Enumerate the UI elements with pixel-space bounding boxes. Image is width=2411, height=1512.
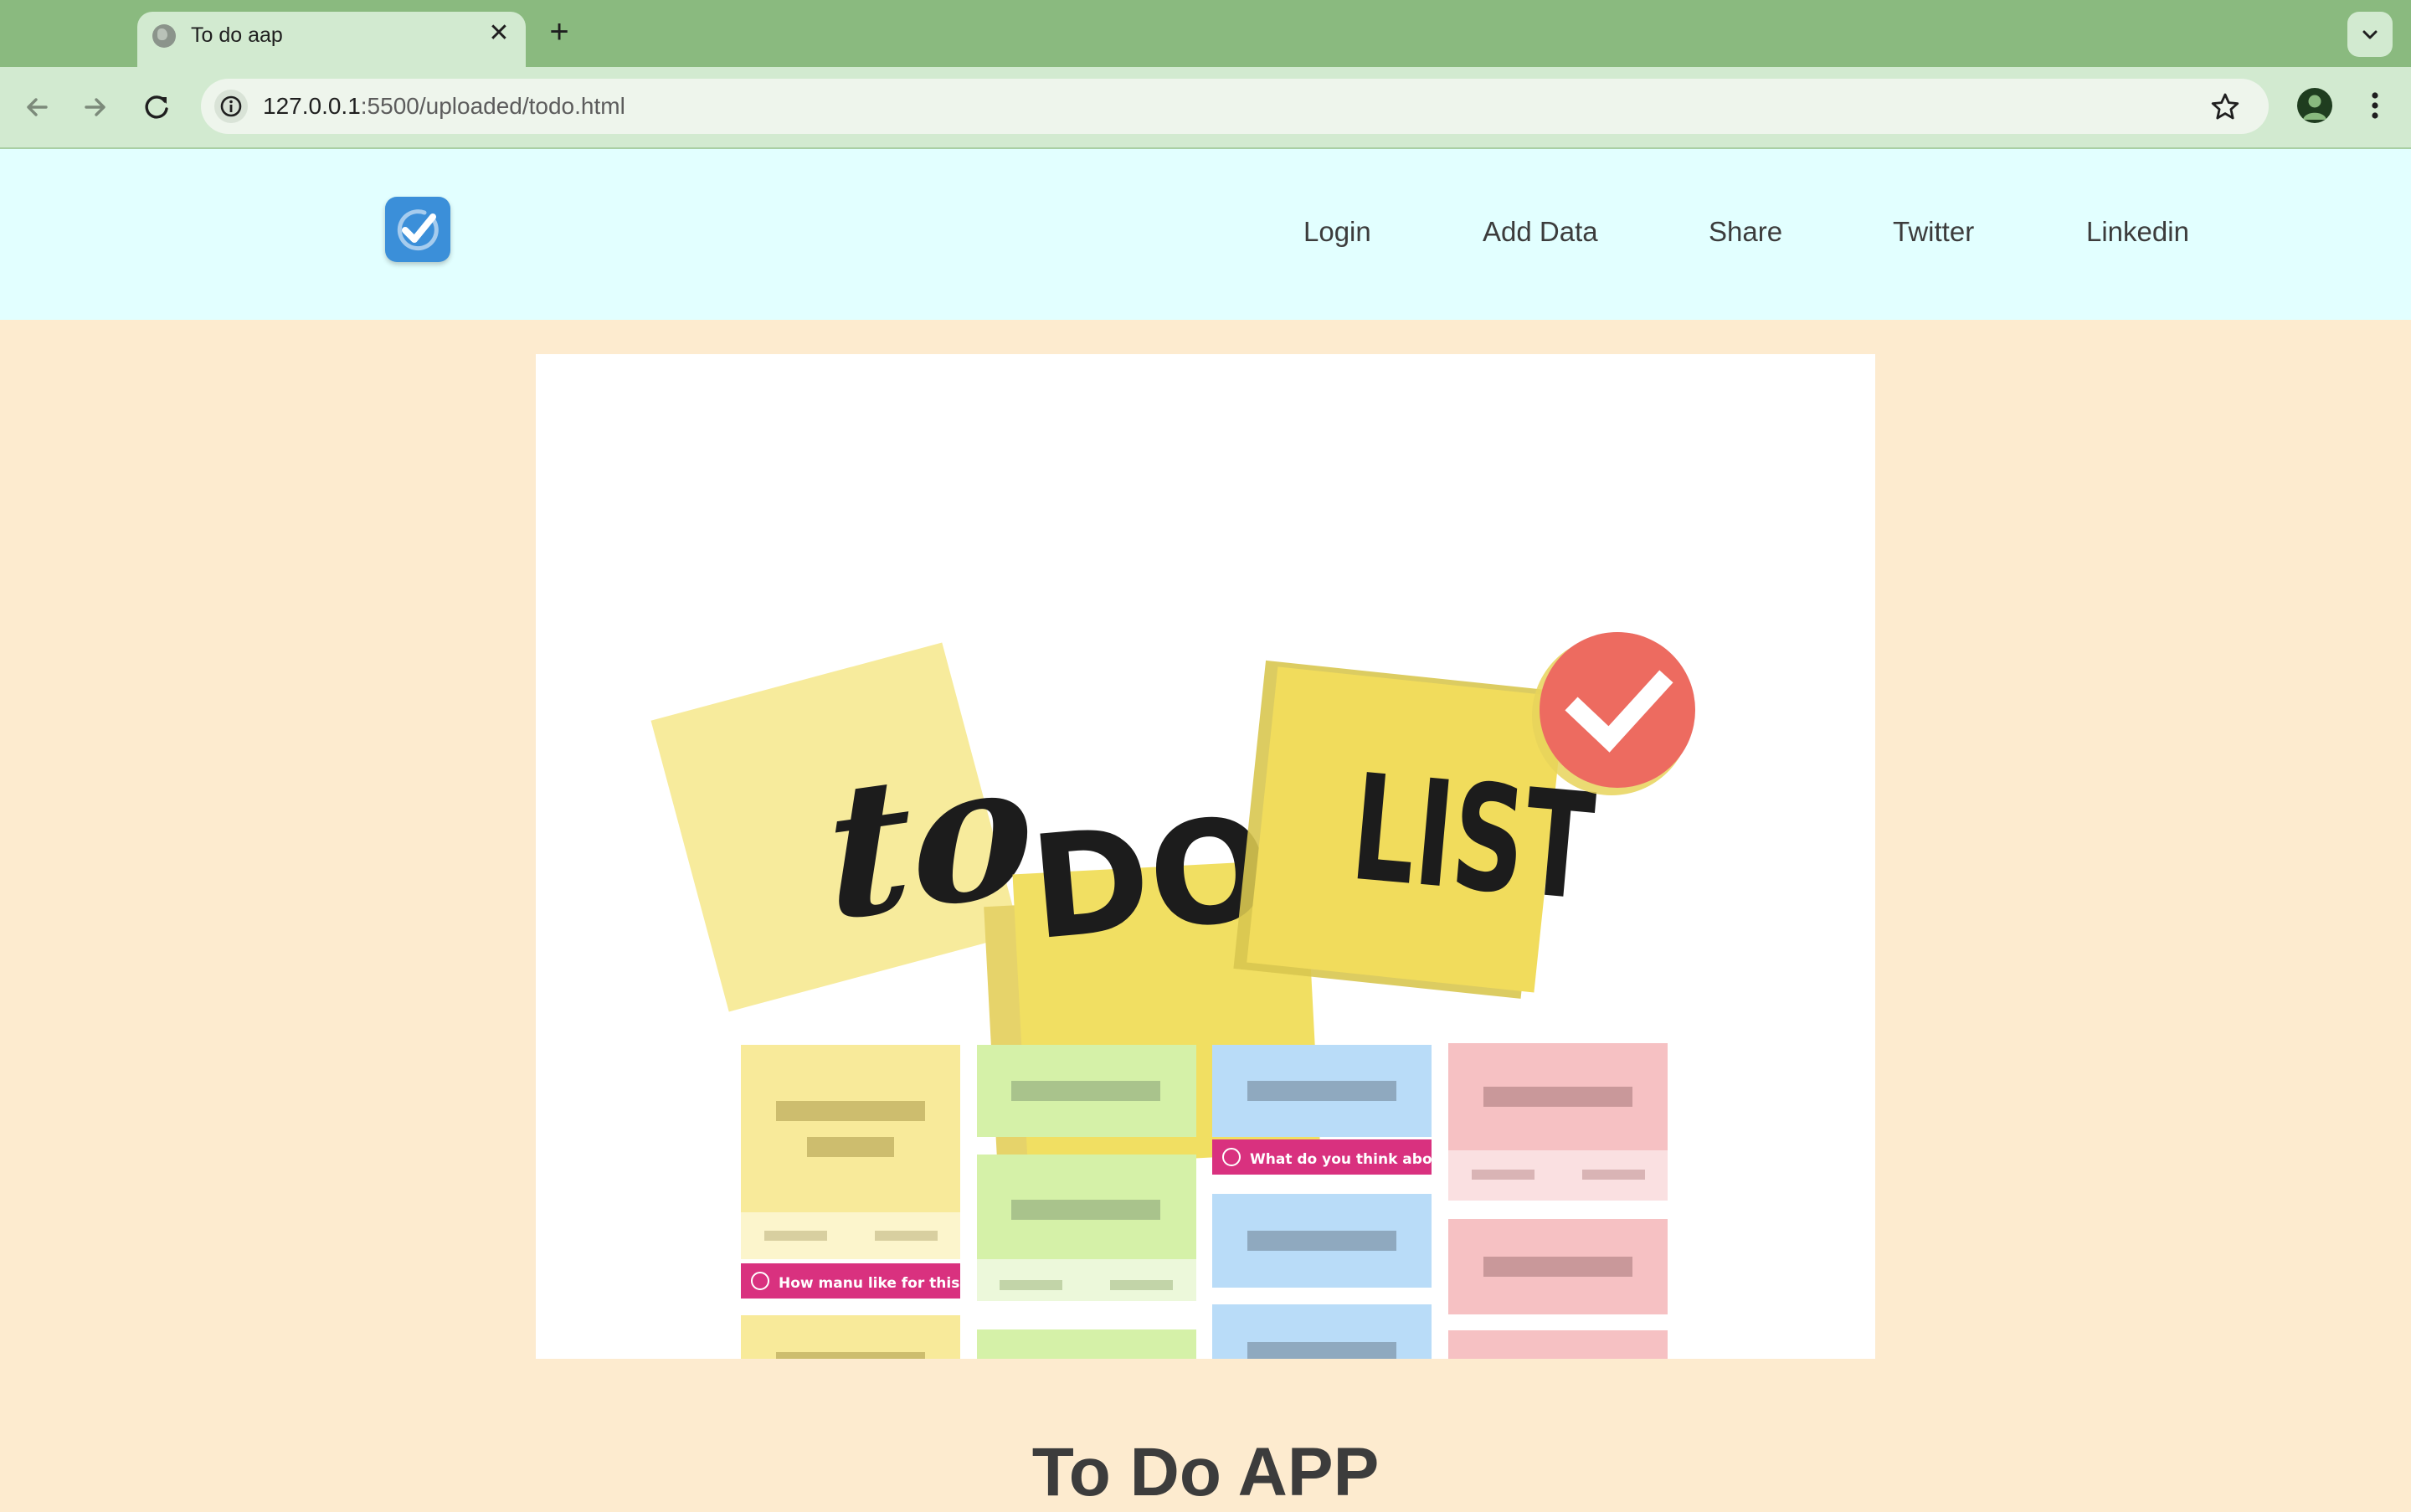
checkmark-icon[interactable]: [385, 197, 450, 262]
nav-twitter[interactable]: Twitter: [1893, 216, 1974, 248]
tab-title: To do aap: [191, 23, 283, 47]
check-circle-icon: [1540, 632, 1695, 788]
star-icon[interactable]: [2208, 90, 2242, 124]
nav-share[interactable]: Share: [1709, 216, 1782, 248]
close-icon[interactable]: ✕: [484, 18, 514, 49]
browser-tab[interactable]: To do aap ✕: [137, 12, 526, 67]
url-text: 127.0.0.1:5500/uploaded/todo.html: [263, 93, 625, 119]
nav-add-data[interactable]: Add Data: [1483, 216, 1598, 248]
hero-image: to DO LIST How manu like for this... Wha…: [536, 354, 1875, 1359]
nav-login[interactable]: Login: [1303, 216, 1371, 248]
profile-icon[interactable]: [2297, 88, 2332, 123]
address-bar[interactable]: 127.0.0.1:5500/uploaded/todo.html: [201, 79, 2269, 134]
info-icon[interactable]: [214, 90, 248, 123]
plus-icon[interactable]: +: [541, 13, 578, 50]
site-header: Login Add Data Share Twitter Linkedin: [0, 149, 2411, 320]
browser-tab-strip: To do aap ✕ +: [0, 0, 2411, 67]
nav-linkedin[interactable]: Linkedin: [2086, 216, 2189, 248]
card-label-2: What do you think about...: [1250, 1151, 1465, 1168]
back-arrow-icon[interactable]: [17, 87, 57, 127]
forward-arrow-icon[interactable]: [75, 87, 116, 127]
page-title: To Do APP: [1031, 1434, 1380, 1510]
todo-list-illustration: to DO LIST How manu like for this... Wha…: [650, 632, 1695, 1359]
globe-icon: [152, 24, 176, 48]
kebab-menu-icon[interactable]: [2361, 89, 2389, 122]
browser-toolbar: 127.0.0.1:5500/uploaded/todo.html: [0, 67, 2411, 149]
card-label-1: How manu like for this...: [779, 1275, 976, 1292]
reload-icon[interactable]: [137, 87, 177, 127]
chevron-down-icon[interactable]: [2347, 12, 2393, 57]
